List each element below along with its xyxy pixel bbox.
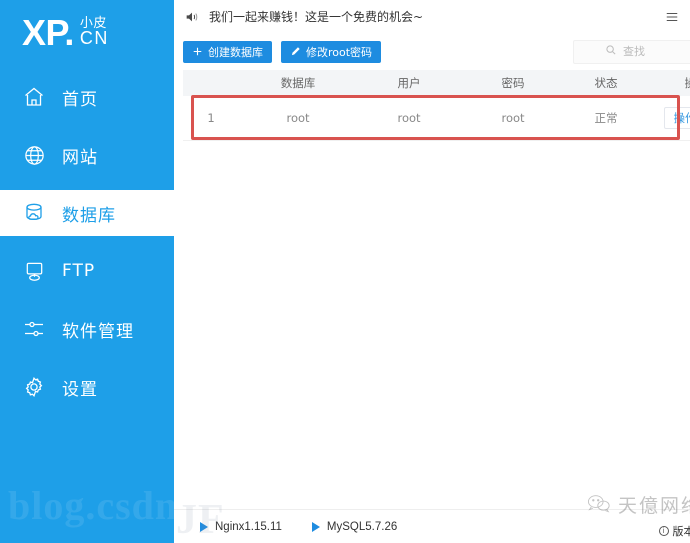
version-text: 版本：8.1.1.2 xyxy=(672,525,690,538)
table-body: 1 root root root 正常 操作 xyxy=(183,96,690,141)
logo-xp-text: XP. xyxy=(22,12,74,53)
sidebar: XP. 小皮 CN 首页 网站 数据库 FTP 软件管理 设置 blog.csd… xyxy=(0,0,174,543)
column-header-password: 密码 xyxy=(461,70,565,96)
database-icon xyxy=(20,199,48,227)
sidebar-item-label: 数据库 xyxy=(62,205,116,226)
sidebar-watermark: blog.csdn xyxy=(8,483,174,528)
statusbar: JF Nginx1.15.11 MySQL5.7.26 天億网 i 版本 xyxy=(174,495,690,543)
pencil-icon xyxy=(290,46,301,57)
sidebar-nav: 首页 网站 数据库 FTP 软件管理 设置 xyxy=(0,74,174,410)
database-table: 数据库 用户 密码 状态 操作 1 root root root xyxy=(183,70,690,141)
sidebar-item-label: 网站 xyxy=(62,147,98,168)
sidebar-item-label: 软件管理 xyxy=(62,321,134,342)
main-area: 我们一起来赚钱！这是一个免费的机会~ 创建数据库 修改root密码 查找 数据库… xyxy=(174,0,690,543)
play-icon xyxy=(311,521,320,532)
sidebar-item-label: 首页 xyxy=(62,89,98,110)
globe-icon xyxy=(20,141,48,169)
search-icon xyxy=(605,43,617,61)
column-header-status: 状态 xyxy=(565,70,647,96)
toolbar: 创建数据库 修改root密码 xyxy=(183,33,690,70)
sidebar-item-software[interactable]: 软件管理 xyxy=(0,306,174,352)
sidebar-item-settings[interactable]: 设置 xyxy=(0,364,174,410)
sidebar-item-label: FTP xyxy=(62,261,96,281)
column-header-index xyxy=(183,70,239,96)
sidebar-item-database[interactable]: 数据库 xyxy=(0,190,174,236)
database-table-container: 数据库 用户 密码 状态 操作 1 root root root xyxy=(183,70,690,141)
logo-cn-text: CN xyxy=(79,28,109,49)
version-info: i 版本：8.1.1.2 xyxy=(658,523,690,539)
sidebar-item-label: 设置 xyxy=(62,379,98,400)
empty-content-area xyxy=(183,140,690,509)
sidebar-item-ftp[interactable]: FTP xyxy=(0,248,174,294)
cell-user: root xyxy=(357,96,461,141)
window-controls xyxy=(664,9,690,25)
sliders-icon xyxy=(20,315,48,343)
cell-database: root xyxy=(239,96,357,141)
create-database-label: 创建数据库 xyxy=(208,45,263,59)
logo-chinese-text: 小皮 xyxy=(79,14,107,30)
service-name: Nginx1.15.11 xyxy=(215,520,282,533)
info-icon: i xyxy=(658,526,669,536)
edit-root-password-label: 修改root密码 xyxy=(306,45,373,59)
table-header: 数据库 用户 密码 状态 操作 xyxy=(183,70,690,96)
search-input[interactable] xyxy=(623,45,690,58)
search-box[interactable] xyxy=(573,39,690,64)
cell-password: root xyxy=(461,96,565,141)
action-button-label[interactable]: 操作 xyxy=(665,108,690,128)
column-header-user: 用户 xyxy=(357,70,461,96)
column-header-action: 操作 xyxy=(647,70,690,96)
table-header-row: 数据库 用户 密码 状态 操作 xyxy=(183,70,690,96)
plus-icon xyxy=(192,46,203,57)
speaker-icon xyxy=(184,9,200,25)
sidebar-item-home[interactable]: 首页 xyxy=(0,74,174,120)
hamburger-menu-icon[interactable] xyxy=(664,9,680,25)
play-icon xyxy=(200,521,208,532)
home-icon xyxy=(20,83,48,111)
action-split-button[interactable]: 操作 xyxy=(663,106,690,129)
table-row[interactable]: 1 root root root 正常 操作 xyxy=(183,96,690,141)
service-status-nginx[interactable]: Nginx1.15.11 xyxy=(200,521,282,533)
monitor-icon xyxy=(20,257,48,285)
cell-index: 1 xyxy=(183,96,239,141)
service-status-mysql[interactable]: MySQL5.7.26 xyxy=(311,520,398,533)
application-window: XP. 小皮 CN 首页 网站 数据库 FTP 软件管理 设置 blog.csd… xyxy=(0,0,690,543)
gear-icon xyxy=(20,373,48,401)
cell-status: 正常 xyxy=(565,96,647,141)
app-logo: XP. 小皮 CN xyxy=(0,0,174,66)
service-name: MySQL5.7.26 xyxy=(326,520,398,533)
cell-action: 操作 xyxy=(647,96,690,141)
column-header-database: 数据库 xyxy=(239,70,357,96)
titlebar: 我们一起来赚钱！这是一个免费的机会~ xyxy=(174,0,690,33)
sidebar-item-website[interactable]: 网站 xyxy=(0,132,174,178)
announcement-text: 我们一起来赚钱！这是一个免费的机会~ xyxy=(209,10,424,24)
edit-root-password-button[interactable]: 修改root密码 xyxy=(281,40,382,63)
create-database-button[interactable]: 创建数据库 xyxy=(183,40,272,63)
content-panel: 创建数据库 修改root密码 查找 数据库 用户 密码 状态 1 root ro… xyxy=(174,33,690,509)
